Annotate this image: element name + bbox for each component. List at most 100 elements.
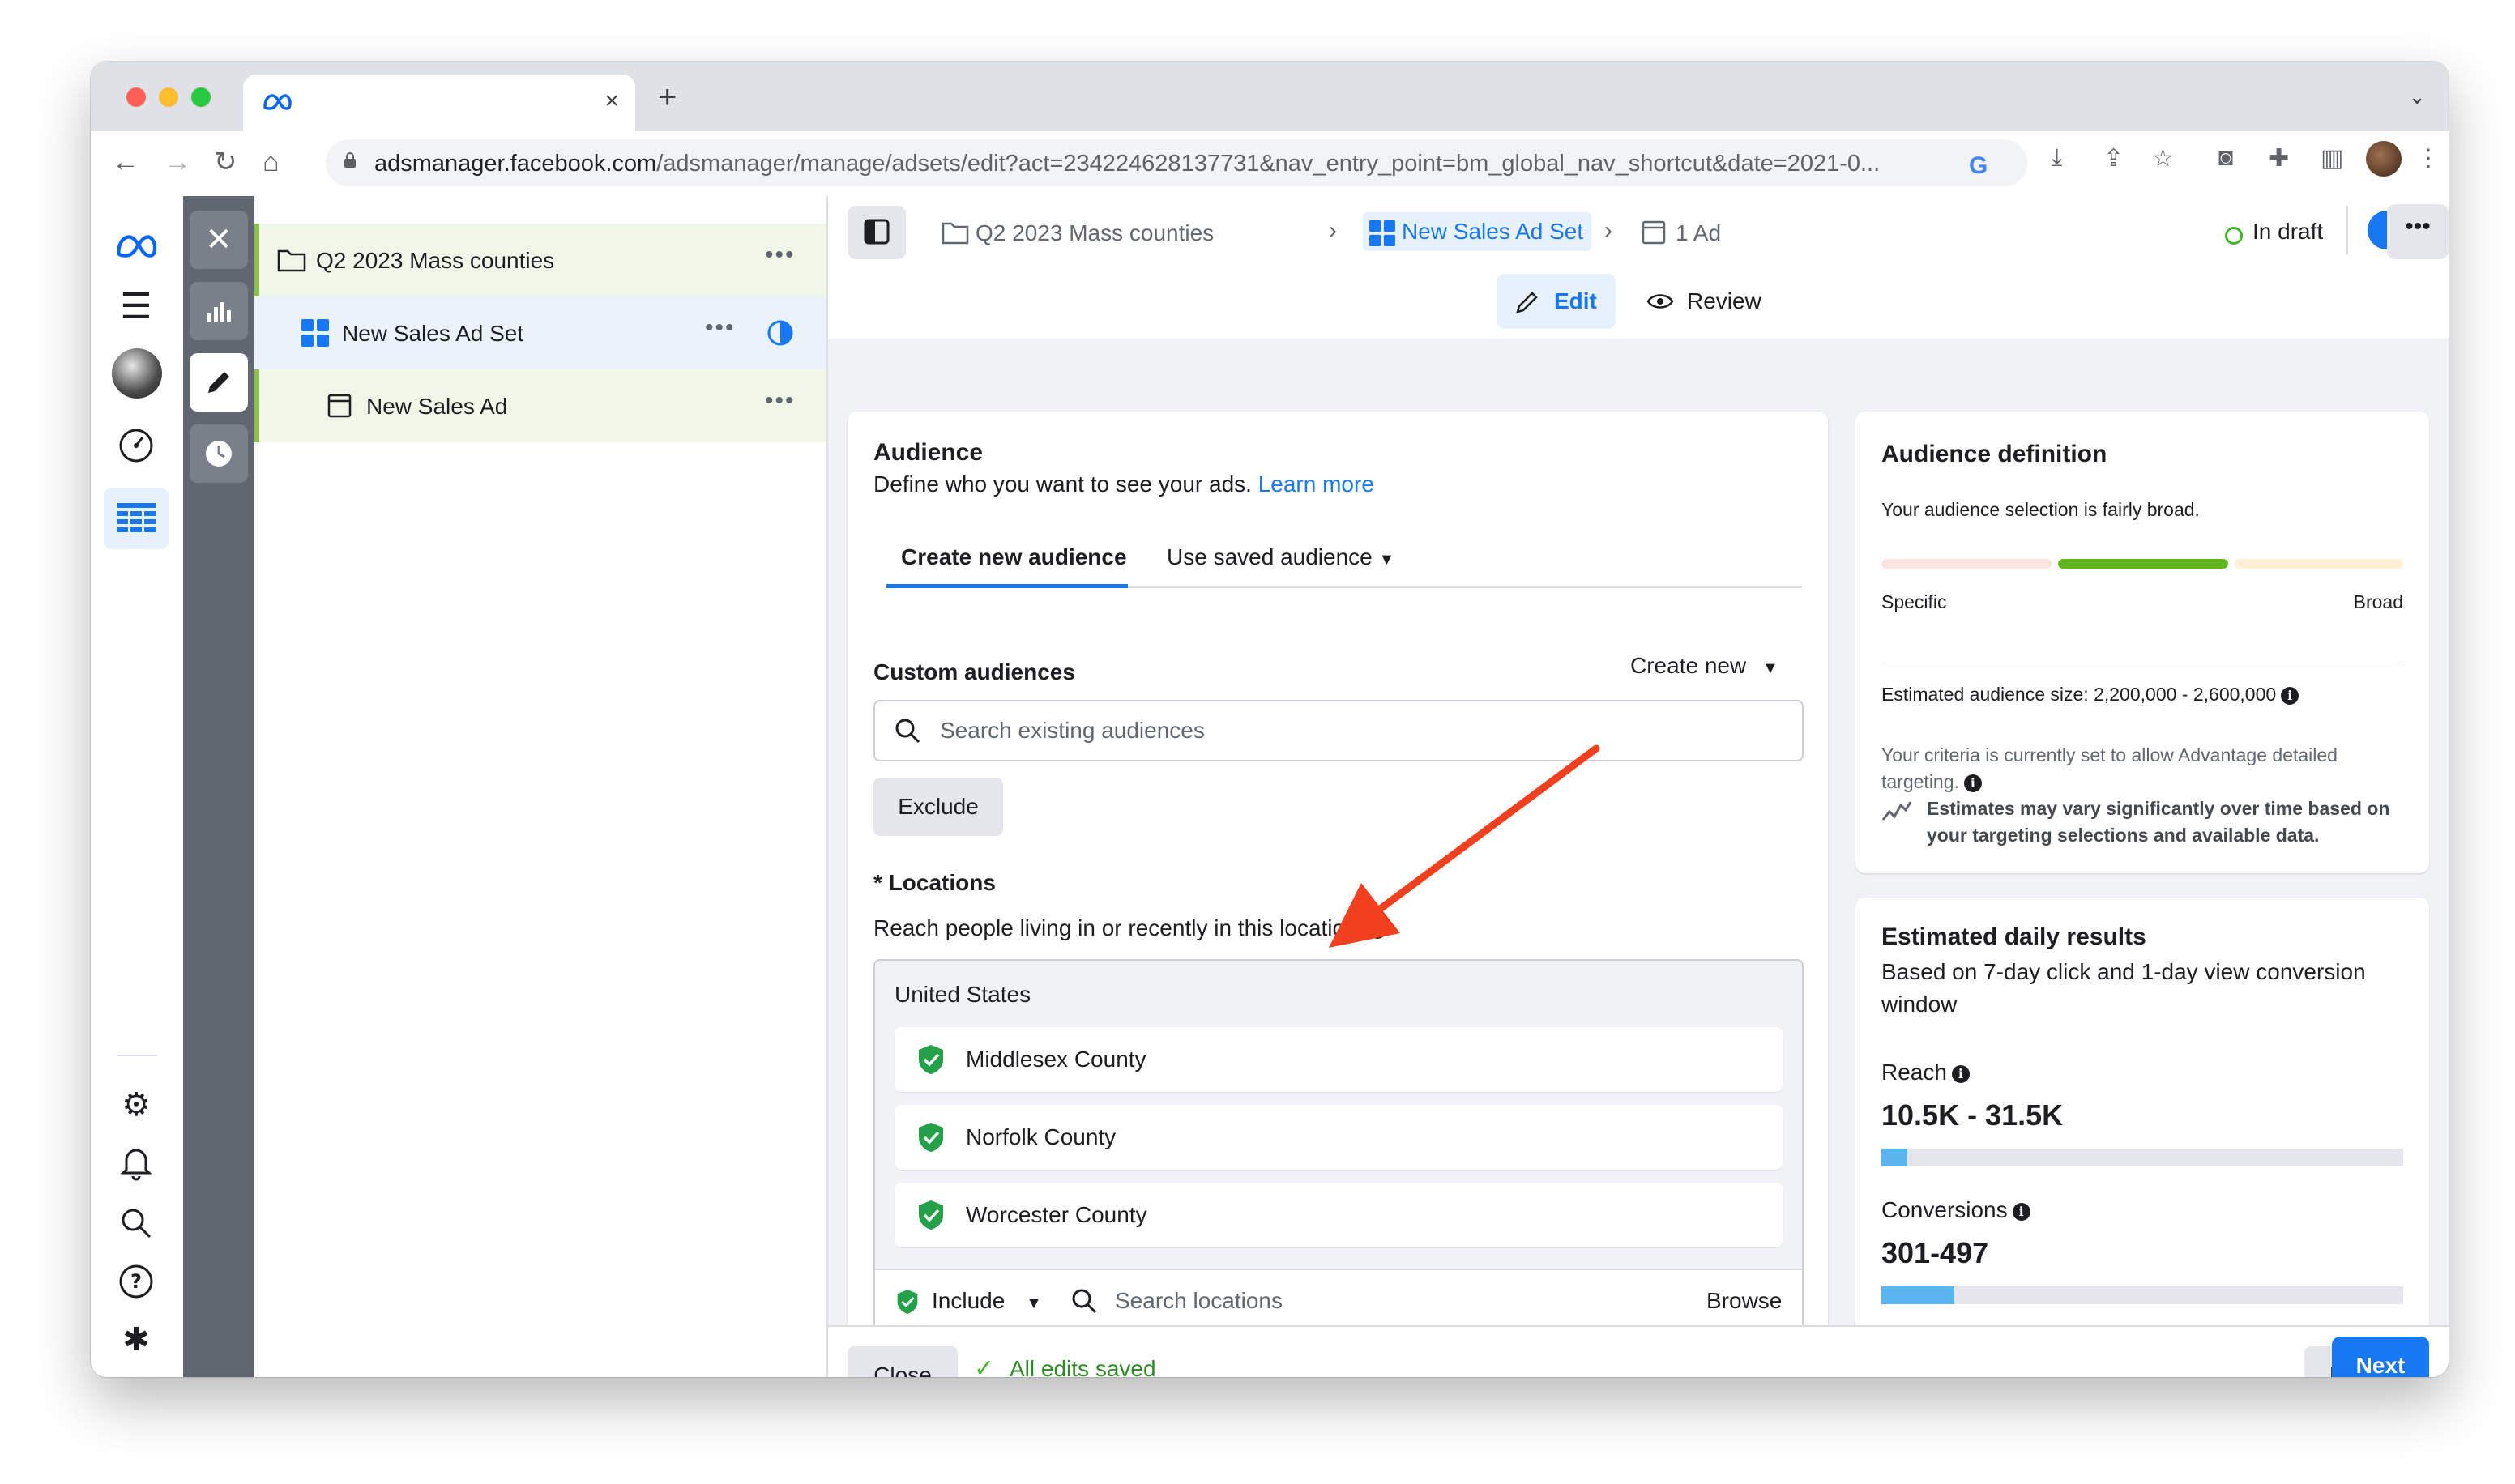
search-icon[interactable] [115, 1202, 157, 1244]
location-item[interactable]: Middlesex County [895, 1027, 1783, 1092]
more-options-button[interactable]: ••• [2387, 204, 2449, 259]
collapse-tree-button[interactable] [848, 206, 906, 259]
tab-edit[interactable]: Edit [1497, 274, 1616, 329]
chrome-menu-icon[interactable]: ⋮ [2416, 144, 2440, 173]
tree-item-adset[interactable]: New Sales Ad Set ••• [254, 296, 826, 369]
breadcrumb-adset[interactable]: New Sales Ad Set [1363, 212, 1592, 251]
folder-icon [942, 222, 969, 245]
specific-label: Specific [1881, 591, 1947, 612]
estimated-results-card: Estimated daily results Based on 7-day c… [1855, 898, 2429, 1351]
url-domain: adsmanager.facebook.com [374, 151, 657, 177]
tab-review[interactable]: Review [1646, 274, 1784, 329]
account-avatar[interactable] [112, 348, 162, 399]
location-item[interactable]: Worcester County [895, 1183, 1783, 1247]
new-tab-button[interactable]: + [658, 81, 677, 113]
tree-ad-label: New Sales Ad [366, 394, 508, 419]
exclude-button[interactable]: Exclude [873, 778, 1003, 836]
minimize-window-button[interactable] [159, 87, 178, 107]
estimates-vary-text: Estimates may vary significantly over ti… [1927, 798, 2390, 846]
history-button[interactable] [190, 424, 248, 483]
reach-value: 10.5K - 31.5K [1881, 1098, 2064, 1132]
menu-hamburger-icon[interactable]: ☰ [115, 285, 157, 327]
extensions-puzzle-icon[interactable]: ✚ [2269, 144, 2289, 173]
campaign-more-icon[interactable]: ••• [765, 241, 796, 269]
custom-audience-search-input[interactable]: Search existing audiences [873, 700, 1804, 761]
close-tab-icon[interactable]: × [604, 89, 619, 113]
lock-icon [344, 152, 356, 168]
breadcrumb-ad[interactable]: 1 Ad [1676, 220, 1721, 246]
include-dropdown[interactable]: Include ▼ [932, 1288, 1042, 1314]
broad-label: Broad [2353, 591, 2403, 612]
help-icon[interactable]: ? [115, 1260, 157, 1303]
info-icon[interactable]: i [1369, 920, 1387, 939]
settings-gear-icon[interactable]: ⚙ [115, 1084, 157, 1126]
caret-down-icon: ▼ [1378, 551, 1395, 569]
info-icon[interactable]: i [1963, 774, 1982, 792]
breadcrumb-campaign[interactable]: Q2 2023 Mass counties [976, 220, 1214, 246]
profile-avatar[interactable] [2366, 141, 2402, 177]
reload-icon[interactable]: ↻ [214, 146, 237, 178]
tree-item-campaign[interactable]: Q2 2023 Mass counties ••• [254, 224, 826, 296]
ad-more-icon[interactable]: ••• [765, 387, 796, 415]
caret-down-icon: ▼ [1761, 659, 1778, 677]
adset-grid-icon [301, 319, 329, 347]
create-new-dropdown[interactable]: Create new ▼ [1630, 653, 1778, 679]
saved-status-text: All edits saved [1010, 1356, 1156, 1377]
breadcrumb-chevron-icon: › [1329, 217, 1337, 244]
location-item[interactable]: Norfolk County [895, 1105, 1783, 1170]
tab-create-new-audience[interactable]: Create new audience [901, 544, 1127, 570]
criteria-text: Your criteria is currently set to allow … [1881, 744, 2338, 792]
tree-item-ad[interactable]: New Sales Ad ••• [254, 369, 826, 442]
browser-tab[interactable]: × [243, 75, 635, 131]
report-bug-icon[interactable]: ✱ [115, 1319, 157, 1361]
locations-label: * Locations [873, 870, 996, 895]
range-broad-segment [2235, 559, 2403, 569]
close-editor-button[interactable]: ✕ [190, 211, 248, 269]
charts-button[interactable] [190, 282, 248, 340]
status-label: In draft [2252, 219, 2324, 244]
pencil-icon [208, 372, 229, 393]
pencil-icon [1516, 292, 1538, 313]
included-shield-icon [897, 1290, 918, 1314]
edit-tool-button[interactable] [190, 353, 248, 412]
share-icon[interactable]: ⇪ [2103, 144, 2124, 173]
tab-search-chevron-icon[interactable]: ⌄ [2408, 84, 2426, 109]
ads-manager-table-icon[interactable] [104, 488, 169, 549]
home-icon[interactable]: ⌂ [263, 146, 280, 178]
meta-logo-icon[interactable] [115, 225, 157, 267]
url-field[interactable]: adsmanager.facebook.com/adsmanager/manag… [326, 139, 2027, 186]
main-editor: Q2 2023 Mass counties › New Sales Ad Set… [828, 196, 2449, 1377]
forward-icon[interactable]: → [164, 146, 191, 178]
close-window-button[interactable] [126, 87, 146, 107]
adset-grid-icon [1369, 220, 1395, 246]
eye-icon [1646, 294, 1674, 309]
dashboard-gauge-icon[interactable] [115, 424, 157, 467]
audience-subtitle: Define who you want to see your ads. [873, 471, 1252, 497]
close-button[interactable]: Close [848, 1346, 958, 1377]
info-icon[interactable]: i [2281, 686, 2299, 705]
learn-more-link[interactable]: Learn more [1258, 471, 1374, 497]
info-icon[interactable]: i [2012, 1202, 2030, 1221]
address-bar: ← → ↻ ⌂ adsmanager.facebook.com/adsmanag… [91, 131, 2449, 197]
tab-review-label: Review [1687, 288, 1761, 313]
browser-window: × + ⌄ ← → ↻ ⌂ adsmanager.facebook.com/ad… [91, 62, 2449, 1377]
camera-icon[interactable]: ◙ [2218, 144, 2233, 172]
notifications-bell-icon[interactable] [115, 1142, 157, 1184]
download-icon[interactable]: ⤓ [2052, 144, 2062, 172]
header-divider [2346, 206, 2348, 254]
next-button[interactable]: Next [2332, 1337, 2429, 1377]
results-title: Estimated daily results [1881, 923, 2146, 950]
back-icon[interactable]: ← [112, 146, 139, 178]
audience-size-text: Estimated audience size: 2,200,000 - 2,6… [1881, 684, 2277, 705]
adset-more-icon[interactable]: ••• [705, 314, 736, 342]
info-icon[interactable]: i [1951, 1064, 1970, 1083]
search-locations-input[interactable]: Search locations [1115, 1288, 1283, 1314]
maximize-window-button[interactable] [191, 87, 211, 107]
side-panel-icon[interactable]: ▥ [2321, 144, 2343, 173]
browse-button[interactable]: Browse [1706, 1288, 1782, 1314]
bookmark-star-icon[interactable]: ☆ [2152, 144, 2174, 173]
tab-use-saved-audience-label: Use saved audience [1167, 544, 1373, 569]
tab-bar: × + ⌄ [91, 62, 2449, 131]
google-icon[interactable]: G [1969, 152, 1988, 180]
tab-use-saved-audience[interactable]: Use saved audience ▼ [1167, 544, 1394, 570]
